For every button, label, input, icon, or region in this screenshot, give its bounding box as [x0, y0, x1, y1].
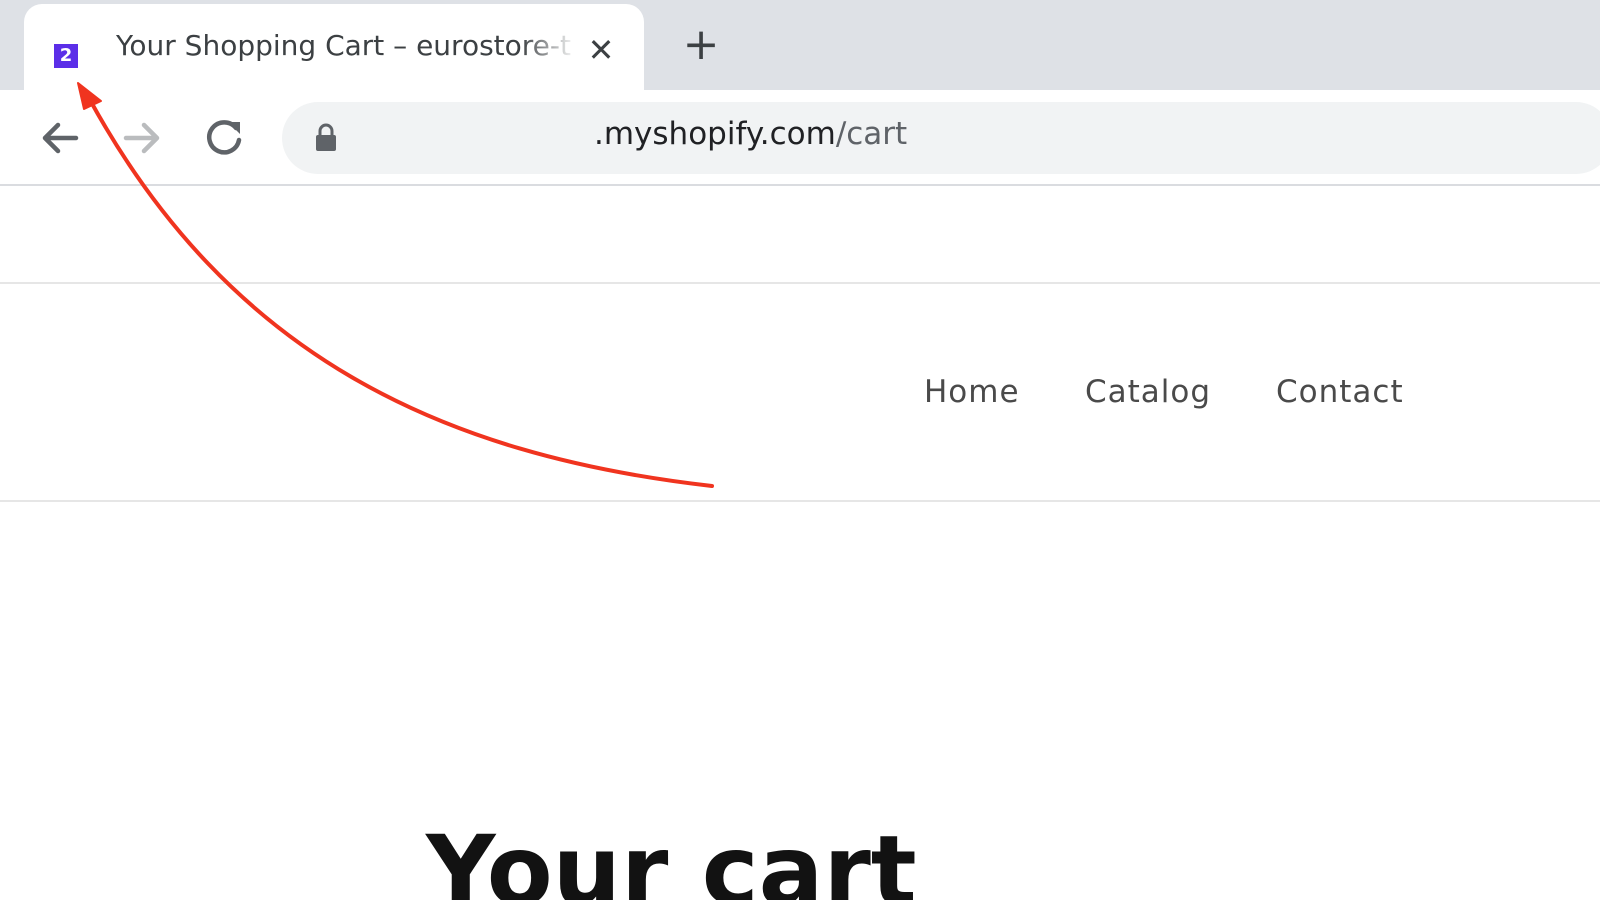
favicon-icon: 2	[54, 44, 78, 68]
url-path: /cart	[835, 116, 908, 152]
address-bar[interactable]: .myshopify.com/cart	[282, 102, 1600, 174]
browser-toolbar: .myshopify.com/cart	[0, 90, 1600, 186]
tab-title: Your Shopping Cart – eurostore-t	[116, 29, 571, 62]
close-icon[interactable]: ✕	[584, 30, 618, 70]
forward-arrow-icon[interactable]	[118, 114, 166, 162]
lock-icon[interactable]	[312, 122, 340, 154]
reload-icon[interactable]	[200, 114, 248, 162]
nav-link-contact[interactable]: Contact	[1276, 374, 1404, 410]
browser-tab[interactable]: 2 Your Shopping Cart – eurostore-t ✕	[24, 4, 644, 90]
browser-window: 2 Your Shopping Cart – eurostore-t ✕ + .…	[0, 0, 1600, 900]
announcement-bar	[0, 186, 1600, 284]
url-domain: .myshopify.com	[594, 116, 836, 152]
nav-link-catalog[interactable]: Catalog	[1085, 374, 1211, 410]
site-header: Home Catalog Contact	[0, 284, 1600, 502]
back-arrow-icon[interactable]	[36, 114, 84, 162]
url-text: .myshopify.com/cart	[594, 116, 907, 152]
nav-link-home[interactable]: Home	[924, 374, 1020, 410]
page-title: Your cart	[426, 815, 917, 900]
tab-strip: 2 Your Shopping Cart – eurostore-t ✕ +	[0, 0, 1600, 90]
plus-icon[interactable]: +	[678, 22, 724, 68]
